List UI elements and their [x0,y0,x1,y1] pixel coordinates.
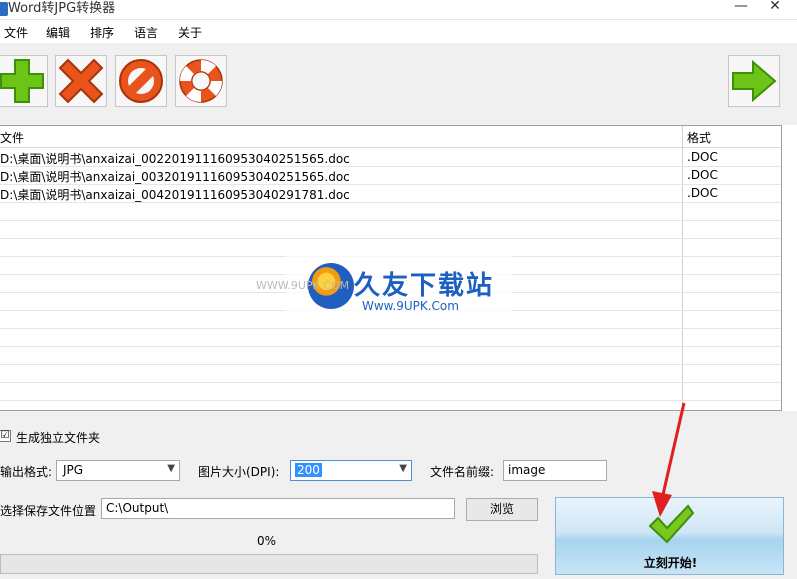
chevron-down-icon: ▼ [399,463,407,474]
dpi-value: 200 [295,463,322,477]
save-path-input[interactable]: C:\Output\ [101,498,455,519]
clear-list-button[interactable] [115,55,167,107]
red-arrow-icon [652,402,686,517]
minimize-button[interactable]: — [726,0,756,17]
file-path: D:\桌面\说明书\anxaizai_004201911160953040291… [0,188,350,202]
file-list-header: 文件 格式 [0,126,781,148]
file-format: .DOC [687,186,718,200]
chevron-down-icon: ▼ [167,463,175,474]
add-file-button[interactable] [0,55,48,107]
delete-icon [58,58,104,104]
empty-row [0,347,781,365]
next-button[interactable] [728,55,780,107]
help-button[interactable] [175,55,227,107]
menu-about[interactable]: 关于 [178,24,202,41]
save-location-label: 选择保存文件位置 [0,504,97,518]
separate-folder-label: 生成独立文件夹 [16,431,101,445]
close-button[interactable]: ✕ [760,0,790,17]
progress-bar [0,554,538,574]
app-icon [0,2,8,16]
file-format: .DOC [687,150,718,164]
watermark-url: Www.9UPK.Com [362,299,459,313]
watermark-text: 久友下载站 [354,271,495,301]
file-path: D:\桌面\说明书\anxaizai_003201911160953040251… [0,170,350,184]
delete-file-button[interactable] [55,55,107,107]
file-format: .DOC [687,168,718,182]
progress-text: 0% [257,534,277,548]
dpi-label: 图片大小(DPI): [198,465,280,479]
table-row[interactable]: D:\桌面\说明书\anxaizai_004201911160953040291… [0,185,781,203]
header-format[interactable]: 格式 [687,129,711,146]
clear-icon [119,59,163,103]
header-file[interactable]: 文件 [0,129,24,146]
separate-folder-checkbox[interactable]: ☑ [0,430,11,442]
output-format-select[interactable]: JPG ▼ [56,460,180,481]
table-row[interactable]: D:\桌面\说明书\anxaizai_003201911160953040251… [0,167,781,185]
prefix-label: 文件名前缀: [430,465,495,479]
watermark: 久友下载站 Www.9UPK.Com WWW.9UPK.COM [256,255,512,327]
dpi-select[interactable]: 200 ▼ [290,460,412,481]
menu-bar: 文件 编辑 排序 语言 关于 [0,21,797,43]
menu-language[interactable]: 语言 [134,24,158,41]
empty-row [0,365,781,383]
empty-row [0,203,781,221]
prefix-input[interactable]: image [503,460,607,481]
title-bar: Word转JPG转换器 — ✕ [0,0,797,20]
add-icon [0,59,44,103]
start-button-label: 立刻开始! [643,556,698,570]
window-title: Word转JPG转换器 [8,1,116,16]
output-format-label: 输出格式: [0,465,53,479]
browse-button[interactable]: 浏览 [466,498,538,521]
help-icon [179,59,223,103]
menu-file[interactable]: 文件 [4,24,28,41]
next-icon [732,59,777,103]
menu-edit[interactable]: 编辑 [46,24,70,41]
file-path: D:\桌面\说明书\anxaizai_002201911160953040251… [0,152,350,166]
empty-row [0,329,781,347]
output-format-value: JPG [63,463,84,477]
menu-sort[interactable]: 排序 [90,24,114,41]
watermark-small-text: WWW.9UPK.COM [256,279,350,292]
empty-row [0,221,781,239]
table-row[interactable]: D:\桌面\说明书\anxaizai_002201911160953040251… [0,149,781,167]
